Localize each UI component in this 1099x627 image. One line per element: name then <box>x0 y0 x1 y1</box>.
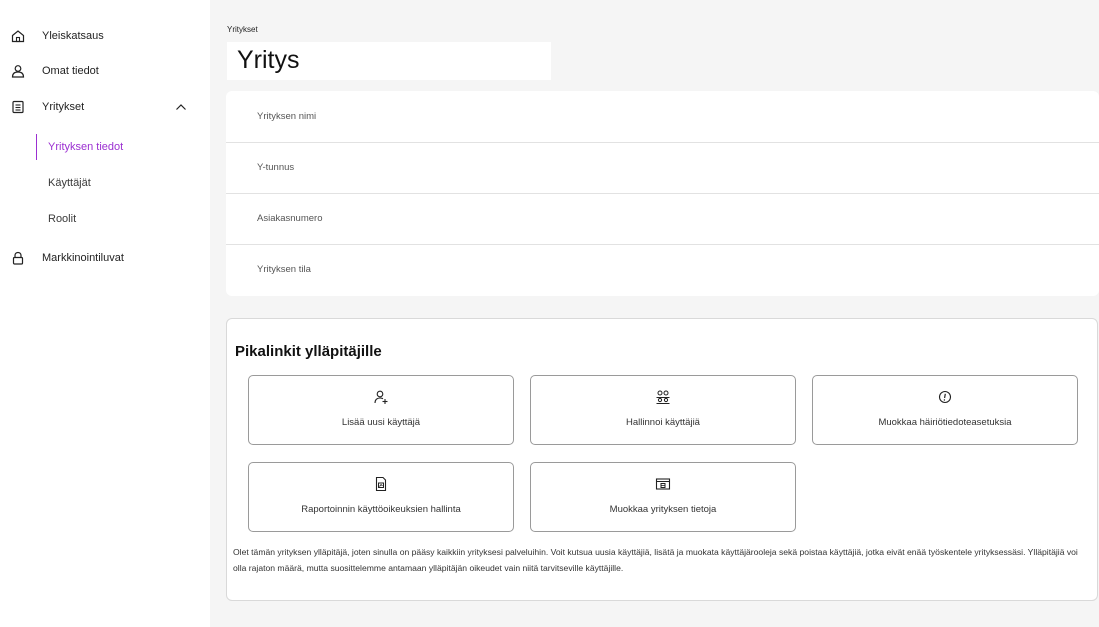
lock-icon <box>10 250 26 266</box>
sidebar-item-label: Yritykset <box>42 101 85 113</box>
sidebar: Yleiskatsaus Omat tiedot Yritykset Yrity… <box>0 0 210 627</box>
sidebar-item-label: Yleiskatsaus <box>42 30 104 42</box>
report-permissions-label: Raportoinnin käyttöoikeuksien hallinta <box>301 504 461 515</box>
edit-alert-settings-label: Muokkaa häiriötiedoteasetuksia <box>878 417 1012 428</box>
edit-alert-settings-button[interactable]: Muokkaa häiriötiedoteasetuksia <box>812 375 1078 445</box>
report-icon <box>249 476 513 492</box>
edit-company-info-label: Muokkaa yrityksen tietoja <box>609 504 717 515</box>
add-user-label: Lisää uusi käyttäjä <box>341 417 421 428</box>
manage-users-button[interactable]: Hallinnoi käyttäjiä <box>530 375 796 445</box>
page-title-box: Yritys <box>227 42 551 80</box>
quick-links-title: Pikalinkit ylläpitäjille <box>235 343 382 360</box>
users-icon <box>531 389 795 405</box>
sidebar-subitem-yrityksen-tiedot[interactable]: Yrityksen tiedot <box>36 134 187 160</box>
add-user-button[interactable]: Lisää uusi käyttäjä <box>248 375 514 445</box>
manage-users-label: Hallinnoi käyttäjiä <box>626 417 700 428</box>
field-row-asiakasnumero: Asiakasnumero <box>226 193 1099 245</box>
sidebar-item-omat-tiedot[interactable]: Omat tiedot <box>0 57 210 85</box>
field-row-y-tunnus: Y-tunnus <box>226 142 1099 194</box>
breadcrumb[interactable]: Yritykset <box>227 25 258 34</box>
sidebar-item-markkinointiluvat[interactable]: Markkinointiluvat <box>0 244 210 272</box>
field-label: Yrityksen nimi <box>257 111 317 122</box>
company-info-card: Yrityksen nimi Y-tunnus Asiakasnumero Yr… <box>226 91 1099 296</box>
field-row-yrityksen-tila: Yrityksen tila <box>226 244 1099 295</box>
sidebar-subitem-label: Käyttäjät <box>48 177 91 189</box>
home-icon <box>10 28 26 44</box>
add-user-icon <box>249 389 513 405</box>
sidebar-subitem-roolit[interactable]: Roolit <box>36 206 186 232</box>
chevron-up-icon[interactable] <box>174 100 188 114</box>
field-label: Y-tunnus <box>257 162 295 173</box>
sidebar-subitem-kayttajat[interactable]: Käyttäjät <box>36 170 186 196</box>
sidebar-item-yleiskatsaus[interactable]: Yleiskatsaus <box>0 22 210 50</box>
company-card-icon <box>531 476 795 492</box>
sidebar-subitem-label: Yrityksen tiedot <box>48 141 124 153</box>
field-label: Asiakasnumero <box>257 213 323 224</box>
report-permissions-button[interactable]: Raportoinnin käyttöoikeuksien hallinta <box>248 462 514 532</box>
field-label: Yrityksen tila <box>257 264 311 275</box>
sidebar-item-yritykset[interactable]: Yritykset <box>0 93 210 121</box>
admin-description: Olet tämän yrityksen ylläpitäjä, joten s… <box>233 547 1078 573</box>
document-icon <box>10 99 26 115</box>
alert-icon <box>813 389 1077 405</box>
field-row-yrityksen-nimi: Yrityksen nimi <box>226 91 1099 143</box>
sidebar-item-label: Omat tiedot <box>42 65 99 77</box>
sidebar-item-label: Markkinointiluvat <box>42 252 124 264</box>
user-icon <box>10 63 26 79</box>
sidebar-subitem-label: Roolit <box>48 213 77 225</box>
edit-company-info-button[interactable]: Muokkaa yrityksen tietoja <box>530 462 796 532</box>
quick-links-card: Pikalinkit ylläpitäjille Lisää uusi käyt… <box>226 318 1098 601</box>
page-title: Yritys <box>237 46 300 74</box>
